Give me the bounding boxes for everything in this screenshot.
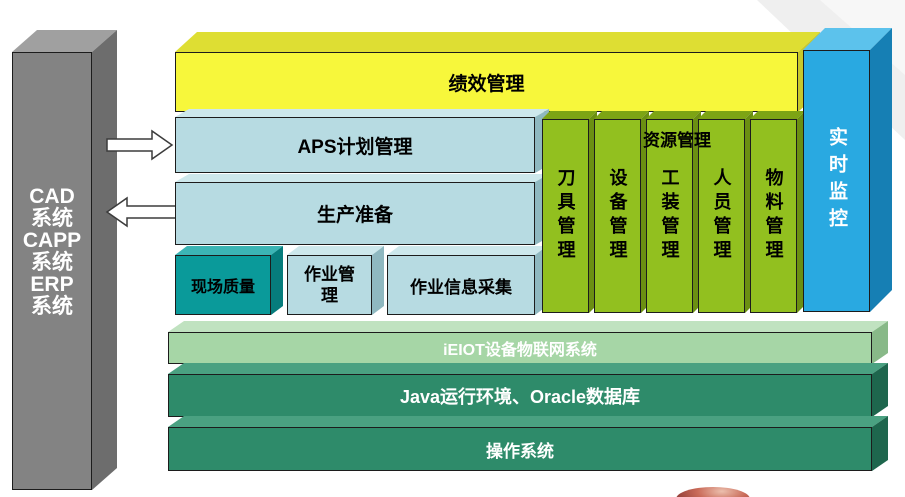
performance-top-face xyxy=(175,32,820,52)
os-platform-bar: 操作系统 xyxy=(168,427,872,471)
realtime-monitoring-pillar: 实时监控 xyxy=(803,50,870,312)
performance-label: 绩效管理 xyxy=(448,69,524,96)
resource-col-personnel-top-face xyxy=(698,111,753,119)
flow-arrows xyxy=(100,125,180,235)
job-mgmt-side-face xyxy=(372,246,384,315)
aps-label: APS计划管理 xyxy=(297,132,412,159)
flow-arrow-right-icon xyxy=(107,131,172,159)
iot-bar-top-face xyxy=(168,321,888,332)
resource-col-fixture-top-face xyxy=(646,111,701,119)
aps-planning-block: APS计划管理 xyxy=(175,117,535,173)
production-preparation-label: 生产准备 xyxy=(317,200,393,227)
runtime-bar-top-face xyxy=(168,363,888,374)
job-info-collection-block: 作业信息采集 xyxy=(387,255,535,315)
resource-col-material-label: 物料管理 xyxy=(761,168,787,264)
resource-col-fixture-label: 工装管理 xyxy=(657,168,683,264)
resource-col-tool-top-face xyxy=(542,111,597,119)
resource-col-tool: 刀具管理 xyxy=(542,119,589,313)
diagram-canvas: CAD 系统 CAPP 系统 ERP 系统 绩效管理 APS计划管理 生产准备 … xyxy=(0,0,905,497)
monitor-side-face xyxy=(870,28,892,312)
onsite-quality-block: 现场质量 xyxy=(175,255,271,315)
flow-arrow-left-icon xyxy=(107,198,176,226)
aps-top-face xyxy=(175,109,549,117)
realtime-monitoring-label: 实时监控 xyxy=(823,127,850,235)
production-preparation-block: 生产准备 xyxy=(175,182,535,245)
external-systems-label: CAD 系统 CAPP 系统 ERP 系统 xyxy=(23,186,81,318)
performance-management-block: 绩效管理 xyxy=(175,52,798,112)
resource-col-personnel-label: 人员管理 xyxy=(709,168,735,264)
resource-col-tool-label: 刀具管理 xyxy=(553,168,579,264)
resource-management-title: 资源管理 xyxy=(597,127,757,149)
resource-col-equipment-top-face xyxy=(594,111,649,119)
os-bar-top-face xyxy=(168,416,888,427)
runtime-platform-bar: Java运行环境、Oracle数据库 xyxy=(168,374,872,417)
external-pillar-side-face xyxy=(92,30,117,490)
iot-platform-label: iEIOT设备物联网系统 xyxy=(443,336,597,360)
resource-col-material: 物料管理 xyxy=(750,119,797,313)
decoration-red-object xyxy=(676,487,750,497)
prep-top-face xyxy=(175,174,549,182)
job-info-collection-label: 作业信息采集 xyxy=(410,273,512,298)
job-management-label: 作业管理 xyxy=(302,264,357,307)
resource-col-equipment-label: 设备管理 xyxy=(605,168,631,264)
quality-side-face xyxy=(271,246,283,315)
os-platform-label: 操作系统 xyxy=(486,437,554,462)
runtime-platform-label: Java运行环境、Oracle数据库 xyxy=(400,383,640,409)
onsite-quality-label: 现场质量 xyxy=(191,273,255,297)
job-mgmt-top-face xyxy=(287,246,384,255)
quality-top-face xyxy=(175,246,283,255)
job-info-top-face xyxy=(387,246,547,255)
iot-platform-bar: iEIOT设备物联网系统 xyxy=(168,332,872,364)
job-management-block: 作业管理 xyxy=(287,255,372,315)
external-systems-pillar: CAD 系统 CAPP 系统 ERP 系统 xyxy=(12,52,92,490)
resource-col-material-top-face xyxy=(750,111,805,119)
